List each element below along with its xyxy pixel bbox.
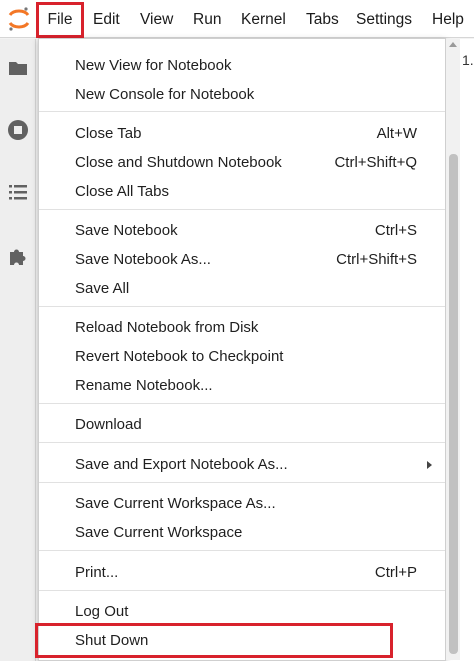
menu-item-download[interactable]: Download (39, 410, 445, 439)
menu-item-label: Close Tab (75, 125, 142, 142)
menu-item-close-all-tabs[interactable]: Close All Tabs (39, 177, 445, 206)
menu-tabs[interactable]: Tabs (306, 0, 339, 38)
menu-scrollbar-thumb[interactable] (449, 154, 458, 654)
menu-item-log-out[interactable]: Log Out (39, 597, 445, 626)
menu-item-save-notebook-as[interactable]: Save Notebook As... Ctrl+Shift+S (39, 245, 445, 274)
menu-item-label: Log Out (75, 603, 129, 620)
menu-item-close-and-shutdown-notebook[interactable]: Close and Shutdown Notebook Ctrl+Shift+Q (39, 148, 445, 177)
menu-divider (39, 482, 445, 483)
menu-run[interactable]: Run (193, 0, 221, 38)
menu-file[interactable]: File (36, 2, 84, 38)
menu-divider (39, 590, 445, 591)
menu-item-print[interactable]: Print... Ctrl+P (39, 558, 445, 587)
notebook-partial-text: 1. (462, 52, 474, 68)
menu-item-new-console-for-notebook[interactable]: New Console for Notebook (39, 80, 445, 109)
menu-item-label: Rename Notebook... (75, 377, 213, 394)
submenu-arrow-icon (427, 461, 432, 469)
menu-item-label: Close All Tabs (75, 183, 169, 200)
menu-divider (39, 111, 445, 112)
menu-item-save-and-export-notebook-as[interactable]: Save and Export Notebook As... (39, 450, 445, 479)
menu-item-new-view-for-notebook[interactable]: New View for Notebook (39, 51, 445, 80)
menu-item-shortcut: Ctrl+S (374, 222, 417, 239)
stop-circle-icon[interactable] (7, 119, 29, 141)
list-icon[interactable] (7, 181, 29, 203)
menu-item-label: Print... (75, 564, 119, 581)
menu-item-label: Download (75, 416, 142, 433)
menu-divider (39, 550, 445, 551)
menu-settings[interactable]: Settings (356, 0, 412, 38)
menu-item-shortcut: Ctrl+Shift+S (336, 251, 417, 268)
menu-item-label: Save All (75, 280, 130, 297)
menu-edit[interactable]: Edit (93, 0, 120, 38)
menu-item-label: Reload Notebook from Disk (75, 319, 259, 336)
menu-item-save-current-workspace-as[interactable]: Save Current Workspace As... (39, 489, 445, 518)
menu-item-revert-notebook-to-checkpoint[interactable]: Revert Notebook to Checkpoint (39, 342, 445, 371)
menu-divider (39, 306, 445, 307)
menu-item-label: Close and Shutdown Notebook (75, 154, 282, 171)
menu-item-label: Save and Export Notebook As... (75, 456, 288, 473)
menu-item-rename-notebook[interactable]: Rename Notebook... (39, 371, 445, 400)
menu-item-label: Revert Notebook to Checkpoint (75, 348, 284, 365)
folder-icon[interactable] (7, 57, 29, 79)
menu-divider (39, 442, 445, 443)
menu-kernel[interactable]: Kernel (241, 0, 286, 38)
puzzle-icon[interactable] (7, 245, 29, 267)
left-sidebar (0, 39, 36, 661)
shut-down-highlight (35, 623, 393, 658)
jupyter-logo-icon[interactable] (6, 6, 32, 32)
menu-divider (39, 209, 445, 210)
jupyterlab-window: File Edit View Run Kernel Tabs Settings … (0, 0, 474, 661)
menu-view[interactable]: View (140, 0, 173, 38)
menu-bar: File Edit View Run Kernel Tabs Settings … (0, 0, 474, 38)
menu-item-shortcut: Alt+W (376, 125, 417, 142)
menu-item-label: New View for Notebook (75, 57, 232, 74)
menu-item-label: Save Notebook As... (75, 251, 211, 268)
menu-item-label: Save Current Workspace As... (75, 495, 276, 512)
menu-help[interactable]: Help (432, 0, 464, 38)
menu-item-save-all[interactable]: Save All (39, 274, 445, 303)
menu-item-shortcut: Ctrl+Shift+Q (334, 154, 417, 171)
menu-item-label: Save Notebook (75, 222, 178, 239)
menu-divider (39, 403, 445, 404)
file-menu-dropdown: New View for Notebook New Console for No… (35, 38, 460, 661)
menu-item-save-current-workspace[interactable]: Save Current Workspace (39, 518, 445, 547)
menu-item-label: New Console for Notebook (75, 86, 255, 103)
menu-item-shortcut: Ctrl+P (374, 564, 417, 581)
menu-item-reload-notebook-from-disk[interactable]: Reload Notebook from Disk (39, 313, 445, 342)
menu-item-label: Save Current Workspace (75, 524, 243, 541)
menu-item-save-notebook[interactable]: Save Notebook Ctrl+S (39, 216, 445, 245)
scroll-up-arrow-icon[interactable] (449, 42, 457, 47)
menu-item-close-tab[interactable]: Close Tab Alt+W (39, 119, 445, 148)
